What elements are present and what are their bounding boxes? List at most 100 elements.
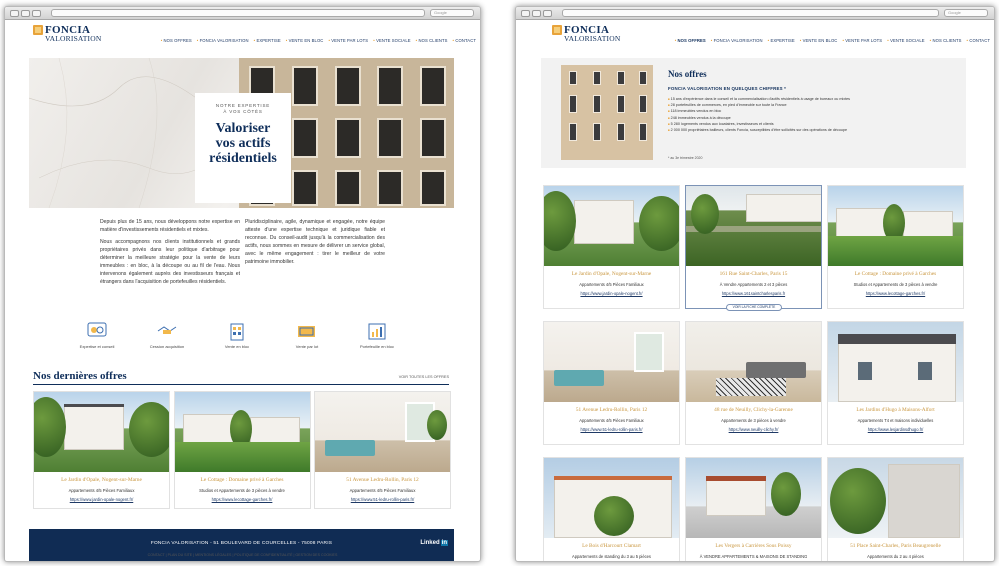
offer-desc: Studios et Appartements de 3 pièces à ve… xyxy=(853,282,938,287)
see-all-offers-link[interactable]: VOIR TOUTES LES OFFRES xyxy=(399,375,449,379)
lots-icon xyxy=(296,321,318,341)
search-field[interactable]: Google xyxy=(944,9,988,17)
offer-image xyxy=(686,322,821,402)
offer-card[interactable]: Le Cottage : Domaine privé à Garches Stu… xyxy=(827,185,964,309)
foncia-logo[interactable]: FONCIA VALORISATION xyxy=(33,25,101,43)
offer-image xyxy=(686,186,821,266)
service-label: Vente en bloc xyxy=(224,344,250,349)
nav-vente-sociale[interactable]: VENTE SOCIALE xyxy=(373,38,410,43)
offer-card[interactable]: 51 Avenue Ledru-Rollin, Paris 12 Apparte… xyxy=(543,321,680,445)
offer-title: Le Jardin d'Opale, Nogent-sur-Marne xyxy=(61,477,142,483)
foncia-logo[interactable]: FONCIA VALORISATION xyxy=(552,25,620,43)
service-label: Vente par lot xyxy=(295,344,319,349)
logo-sub: VALORISATION xyxy=(564,34,621,43)
hero-title-line2: vos actifs xyxy=(215,136,271,151)
offer-link[interactable]: https://www.51-ledru-rollin-paris.fr/ xyxy=(315,497,450,502)
offer-card[interactable]: 51 Place Saint-Charles, Paris Beaugrenel… xyxy=(827,457,964,561)
offer-card[interactable]: Le Bois d'Harcourt Clamart Appartements … xyxy=(543,457,680,561)
nav-vente-en-bloc[interactable]: VENTE EN BLOC xyxy=(286,38,324,43)
offer-title: Les Vergers à Carrières Sous Poissy xyxy=(715,543,792,549)
intro-col-1: Depuis plus de 15 ans, nous développons … xyxy=(100,218,240,286)
stats-kicker: FONCIA VALORISATION EN QUELQUES CHIFFRES… xyxy=(668,86,787,91)
address-bar[interactable] xyxy=(562,9,939,17)
reload-button[interactable] xyxy=(32,10,41,17)
offer-desc: Studios et Appartements de 3 pièces à ve… xyxy=(199,488,285,493)
offer-title: 51 Avenue Ledru-Rollin, Paris 12 xyxy=(346,477,419,483)
hero-title-line3: résidentiels xyxy=(209,151,277,166)
address-bar[interactable] xyxy=(51,9,425,17)
site-footer: FONCIA VALORISATION - 51 BOULEVARD DE CO… xyxy=(29,529,454,561)
page-title: Nos offres xyxy=(668,69,707,79)
nav-foncia-valorisation[interactable]: FONCIA VALORISATION xyxy=(197,38,249,43)
offer-link[interactable]: https://www.51-ledru-rollin-paris.fr/ xyxy=(544,427,679,432)
offer-desc: À VENDRE APPARTEMENTS & MAISONS DE STAND… xyxy=(699,554,808,559)
offer-link[interactable]: https://www.neuilly-clichy.fr/ xyxy=(686,427,821,432)
foncia-logo-icon xyxy=(552,25,562,35)
linkedin-label: Linked xyxy=(420,540,440,546)
service-vente-bloc[interactable]: Vente en bloc xyxy=(207,321,267,349)
nav-expertise[interactable]: EXPERTISE xyxy=(254,38,281,43)
nav-vente-en-bloc[interactable]: VENTE EN BLOC xyxy=(800,38,838,43)
nav-foncia-valorisation[interactable]: FONCIA VALORISATION xyxy=(711,38,763,43)
offer-image xyxy=(828,186,963,266)
service-cession[interactable]: Cession acquisition xyxy=(137,321,197,349)
offer-card[interactable]: 51 Avenue Ledru-Rollin, Paris 12 Apparte… xyxy=(314,391,451,509)
offer-title: 161 Rue Saint-Charles, Paris 15 xyxy=(719,271,788,277)
offer-desc: Appartements de standing du 3 au 5 pièce… xyxy=(572,554,651,559)
offers-banner: Nos offres FONCIA VALORISATION EN QUELQU… xyxy=(541,58,966,168)
intro-paragraph-2: Nous accompagnons nos clients institutio… xyxy=(100,239,240,285)
nav-contact[interactable]: CONTACT xyxy=(967,38,990,43)
nav-vente-par-lots[interactable]: VENTE PAR LOTS xyxy=(842,38,882,43)
hero-banner: NOTRE EXPERTISE À VOS CÔTÉS Valoriser vo… xyxy=(29,58,454,208)
offer-card[interactable]: Le Cottage : Domaine privé à Garches Stu… xyxy=(173,391,311,509)
offer-image xyxy=(828,322,963,402)
offer-card[interactable]: Les Jardins d'Hugo à Maisons-Alfort Appa… xyxy=(827,321,964,445)
offer-card[interactable]: Le Jardin d'Opale, Nogent-sur-Marne Appa… xyxy=(33,391,170,509)
nav-nos-offres[interactable]: NOS OFFRES xyxy=(161,38,192,43)
service-label: Portefeuille en bloc xyxy=(359,344,395,349)
nav-nos-clients[interactable]: NOS CLIENTS xyxy=(416,38,448,43)
back-button[interactable] xyxy=(521,10,530,17)
nav-nos-clients[interactable]: NOS CLIENTS xyxy=(930,38,962,43)
offer-link[interactable]: https://www.jardin-opale-nogent.fr/ xyxy=(544,291,679,296)
reload-button[interactable] xyxy=(543,10,552,17)
search-field[interactable]: Google xyxy=(430,9,474,17)
footer-links[interactable]: CONTACT | PLAN DU SITE | MENTIONS LÉGALE… xyxy=(5,553,480,557)
offer-image xyxy=(544,458,679,538)
intro-col-2: Pluridisciplinaire, agile, dynamique et … xyxy=(245,218,385,266)
back-button[interactable] xyxy=(10,10,19,17)
foncia-logo-icon xyxy=(33,25,43,35)
offer-title: Le Cottage : Domaine privé à Garches xyxy=(200,477,284,483)
offer-card[interactable]: Le Jardin d'Opale, Nogent-sur-Marne Appa… xyxy=(543,185,680,309)
offer-link[interactable]: https://www.jardin-opale-nogent.fr/ xyxy=(34,497,169,502)
logo-sub: VALORISATION xyxy=(45,34,102,43)
forward-button[interactable] xyxy=(532,10,541,17)
offer-desc: Appartements de 3 pièces à vendre xyxy=(721,418,786,423)
forward-button[interactable] xyxy=(21,10,30,17)
offer-link[interactable]: https://www.lesjardinsdhugo.fr/ xyxy=(828,427,963,432)
offer-desc: Appartements du 2 au 4 pièces xyxy=(867,554,924,559)
service-expertise[interactable]: Expertise et conseil xyxy=(67,321,127,349)
offer-link[interactable]: https://www.161saintcharlesparis.fr xyxy=(686,291,821,296)
hero-card: NOTRE EXPERTISE À VOS CÔTÉS Valoriser vo… xyxy=(195,93,291,203)
nav-vente-sociale[interactable]: VENTE SOCIALE xyxy=(887,38,924,43)
nav-expertise[interactable]: EXPERTISE xyxy=(768,38,795,43)
offer-desc: Appartements 4/5 Pièces Familiaux xyxy=(68,488,135,493)
linkedin-icon[interactable]: Linked in xyxy=(420,540,448,546)
nav-vente-par-lots[interactable]: VENTE PAR LOTS xyxy=(328,38,368,43)
nav-contact[interactable]: CONTACT xyxy=(453,38,476,43)
service-label: Expertise et conseil xyxy=(79,344,115,349)
view-details-button[interactable]: VOIR LA FICHE COMPLÈTE xyxy=(726,304,782,311)
nav-nos-offres[interactable]: NOS OFFRES xyxy=(675,38,706,43)
offer-link[interactable]: https://www.lecottage-garches.fr/ xyxy=(828,291,963,296)
browser-window-right: Google FONCIA VALORISATION NOS OFFRES FO… xyxy=(515,6,995,562)
service-portefeuille[interactable]: Portefeuille en bloc xyxy=(347,321,407,349)
offer-image xyxy=(174,392,310,472)
offer-card[interactable]: Les Vergers à Carrières Sous Poissy À VE… xyxy=(685,457,822,561)
offer-card[interactable]: 48 rue de Neuilly, Clichy-la-Garenne App… xyxy=(685,321,822,445)
service-vente-lot[interactable]: Vente par lot xyxy=(277,321,337,349)
building-icon xyxy=(226,321,248,341)
offer-title: 48 rue de Neuilly, Clichy-la-Garenne xyxy=(714,407,793,413)
offer-link[interactable]: https://www.lecottage-garches.fr/ xyxy=(175,497,310,502)
offer-card[interactable]: 161 Rue Saint-Charles, Paris 15 À Vendre… xyxy=(685,185,822,311)
